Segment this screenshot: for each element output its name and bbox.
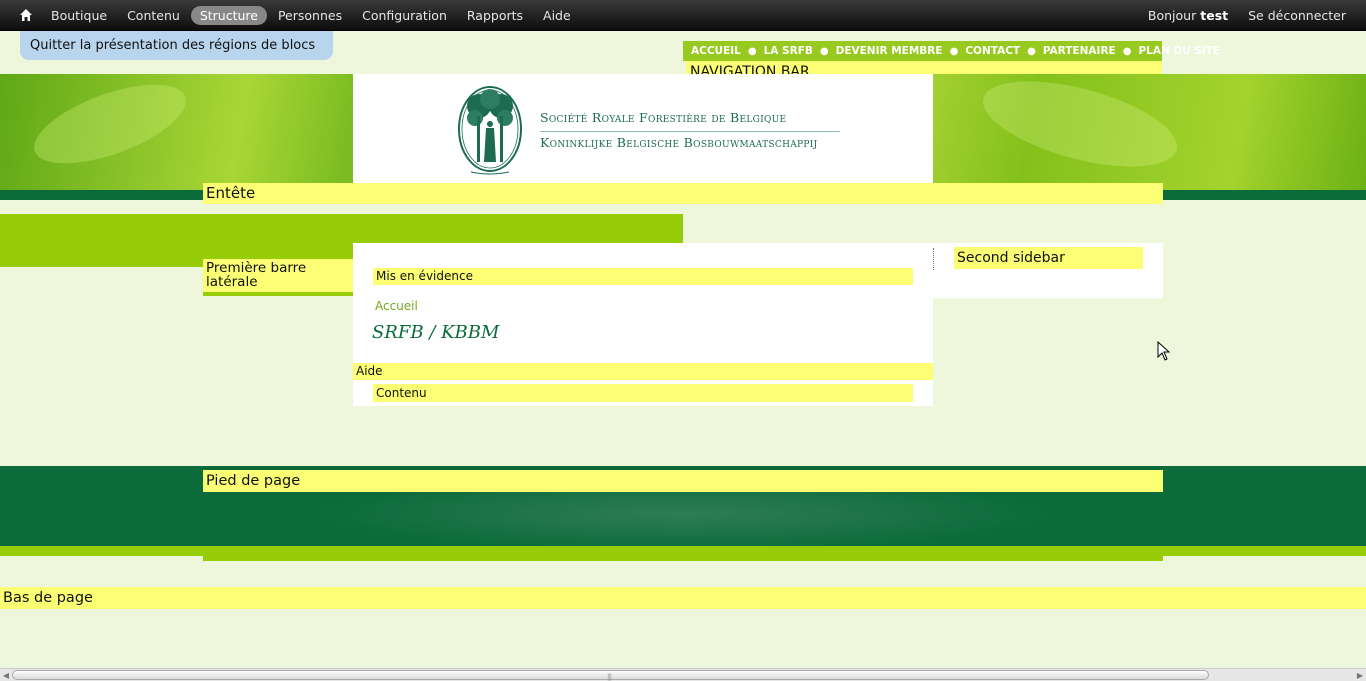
toolbar-item-rapports[interactable]: Rapports bbox=[458, 6, 532, 25]
region-help: Aide bbox=[353, 363, 933, 380]
home-icon[interactable] bbox=[19, 8, 33, 22]
greeting-text: Bonjour bbox=[1147, 8, 1197, 23]
grip-icon: ||| bbox=[607, 673, 612, 681]
toolbar-item-personnes[interactable]: Personnes bbox=[269, 6, 351, 25]
region-highlighted: Mis en évidence bbox=[373, 268, 913, 285]
region-footer: Pied de page bbox=[203, 470, 1163, 492]
sidebar-underline bbox=[203, 292, 353, 296]
nav-link-plan-du-site[interactable]: PLAN DU SITE bbox=[1138, 45, 1220, 57]
green-band bbox=[0, 214, 683, 243]
toolbar-item-aide[interactable]: Aide bbox=[534, 6, 580, 25]
logo-name-french: Société Royale Forestière de Belgique bbox=[540, 110, 787, 125]
scrollbar-thumb[interactable]: ||| bbox=[12, 670, 1209, 681]
nav-link-accueil[interactable]: ACCUEIL bbox=[691, 45, 741, 57]
toolbar-item-contenu[interactable]: Contenu bbox=[118, 6, 189, 25]
region-header: Entête bbox=[203, 183, 1163, 204]
toolbar-menu: Boutique Contenu Structure Personnes Con… bbox=[42, 0, 582, 31]
nav-link-partenaire[interactable]: PARTENAIRE bbox=[1043, 45, 1116, 57]
breadcrumb-home-link[interactable]: Accueil bbox=[375, 299, 418, 313]
region-sidebar-second: Second sidebar bbox=[954, 247, 1143, 269]
sidebar-divider bbox=[933, 248, 934, 270]
nav-separator: ● bbox=[949, 45, 959, 57]
site-logo[interactable]: Société Royale Forestière de Belgique Ko… bbox=[353, 74, 933, 183]
toolbar-item-boutique[interactable]: Boutique bbox=[42, 6, 116, 25]
nav-separator: ● bbox=[1027, 45, 1036, 57]
mouse-cursor-icon bbox=[1157, 341, 1171, 361]
exit-block-demo-link[interactable]: Quitter la présentation des régions de b… bbox=[20, 31, 333, 60]
nav-separator: ● bbox=[1122, 45, 1132, 57]
nav-separator: ● bbox=[819, 45, 829, 57]
tree-emblem-icon bbox=[458, 86, 522, 175]
admin-toolbar: Boutique Contenu Structure Personnes Con… bbox=[0, 0, 1366, 31]
region-content: Contenu bbox=[373, 384, 913, 402]
logo-divider bbox=[540, 131, 840, 132]
logout-link[interactable]: Se déconnecter bbox=[1248, 8, 1346, 23]
toolbar-user: Bonjour test Se déconnecter bbox=[1148, 0, 1346, 31]
leaf-decoration bbox=[24, 68, 196, 180]
footer-green-stripe bbox=[203, 556, 1163, 561]
username-link[interactable]: test bbox=[1200, 8, 1228, 23]
nav-separator: ● bbox=[747, 45, 757, 57]
page-title: SRFB / KBBM bbox=[372, 322, 500, 343]
toolbar-item-structure[interactable]: Structure bbox=[190, 6, 267, 25]
toolbar-item-configuration[interactable]: Configuration bbox=[353, 6, 456, 25]
scroll-left-icon[interactable]: ◀ bbox=[1, 671, 11, 680]
nav-link-la-srfb[interactable]: LA SRFB bbox=[764, 45, 813, 57]
nav-link-contact[interactable]: CONTACT bbox=[965, 45, 1020, 57]
leaf-decoration bbox=[974, 64, 1186, 184]
region-bottom: Bas de page bbox=[0, 587, 1366, 609]
horizontal-scrollbar[interactable]: ◀ ||| ▶ bbox=[0, 668, 1366, 681]
logo-name-dutch: Koninklijke Belgische Bosbouwmaatschappi… bbox=[540, 135, 818, 150]
nav-link-devenir-membre[interactable]: DEVENIR MEMBRE bbox=[836, 45, 943, 57]
footer-green-stripe bbox=[0, 546, 1366, 556]
region-sidebar-first: Première barre latérale bbox=[203, 259, 353, 292]
scroll-right-icon[interactable]: ▶ bbox=[1355, 671, 1365, 680]
top-navigation: ACCUEIL ● LA SRFB ● DEVENIR MEMBRE ● CON… bbox=[683, 41, 1220, 61]
